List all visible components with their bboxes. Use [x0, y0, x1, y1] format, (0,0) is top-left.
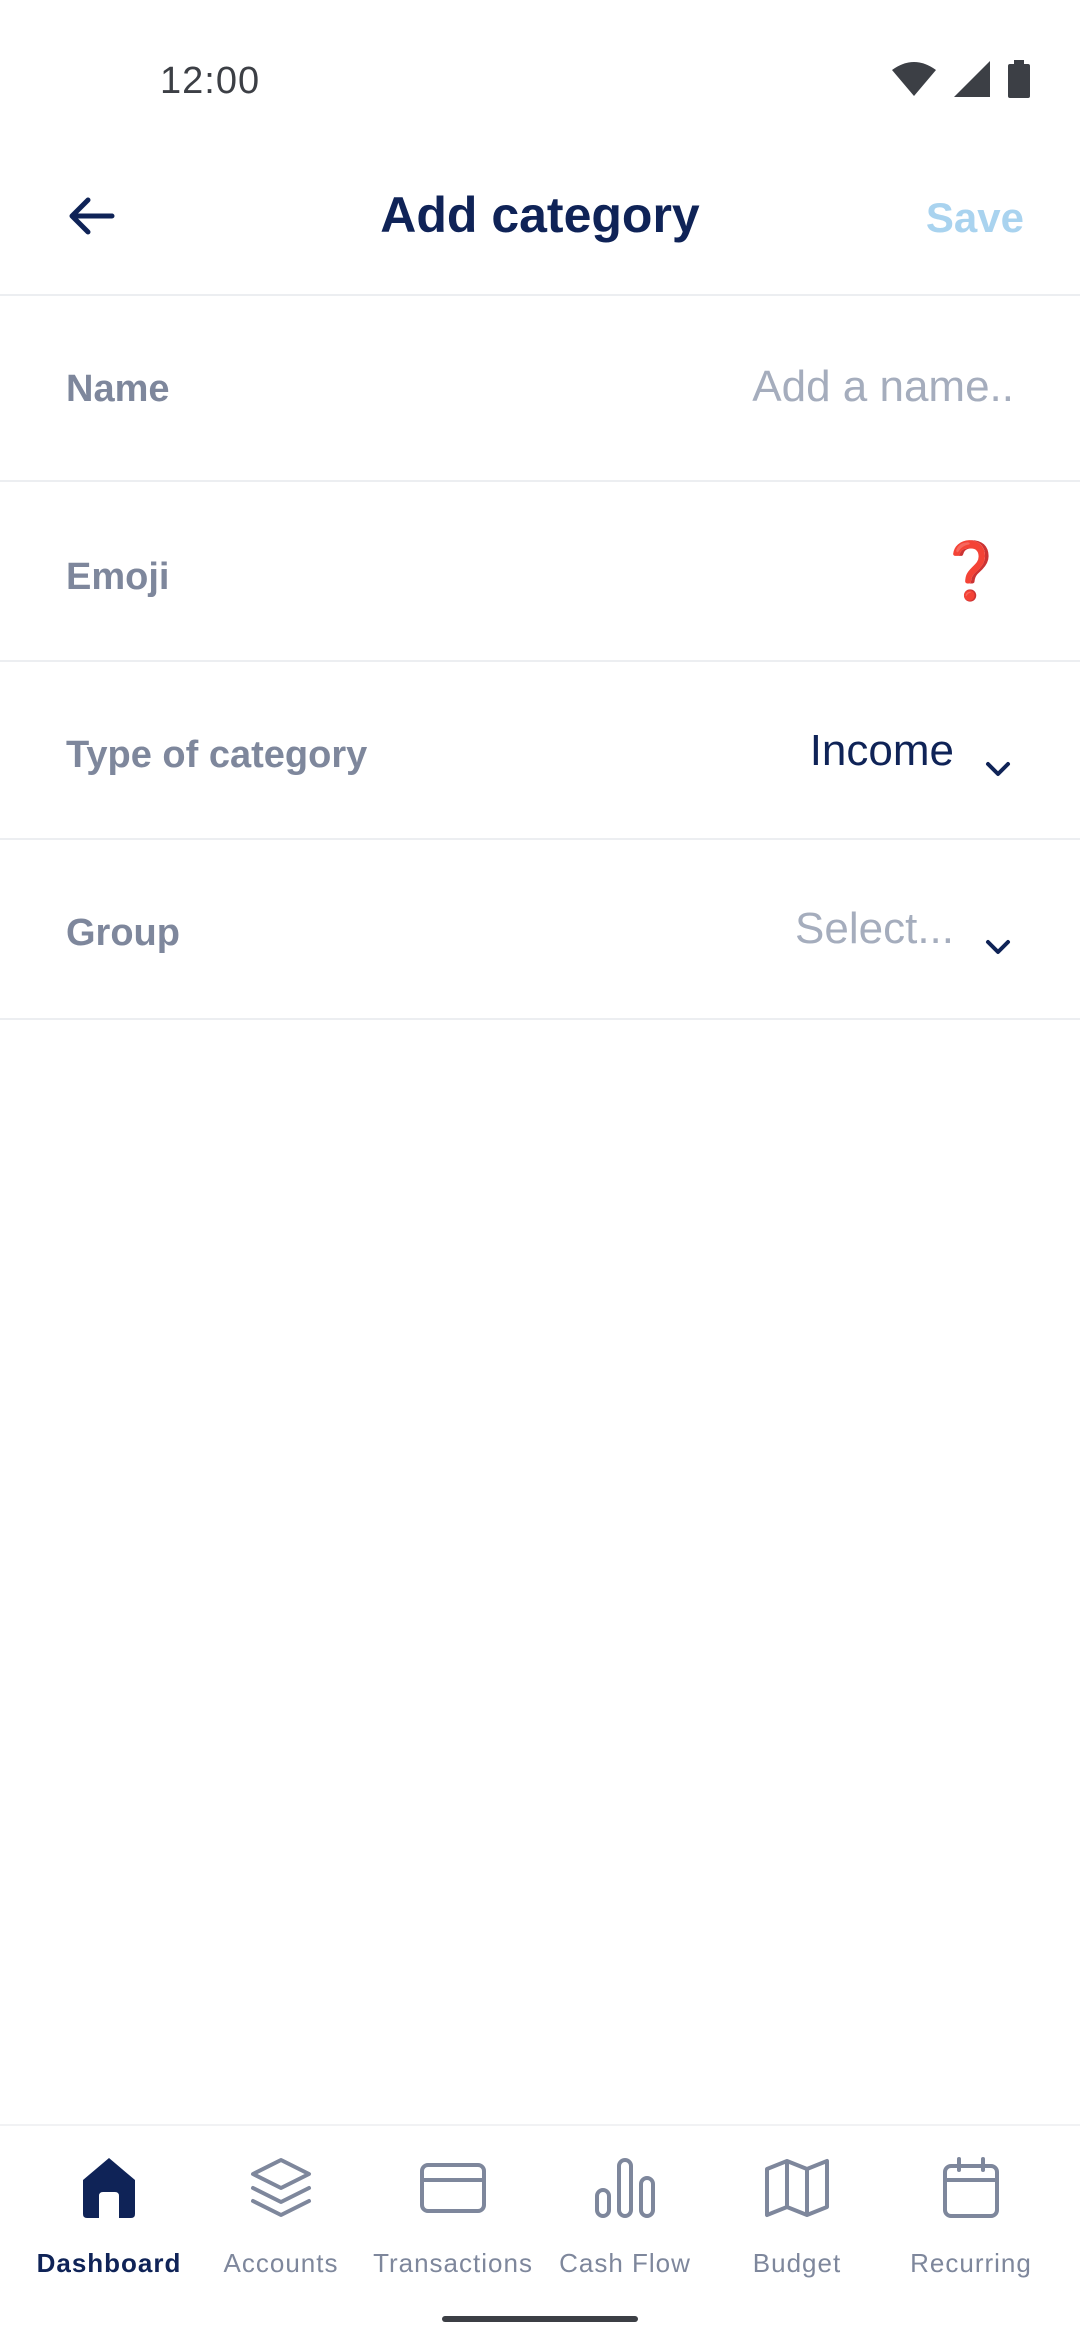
- bottom-nav: Dashboard Accounts Transactions Cash Flo…: [0, 2124, 1080, 2340]
- nav-accounts[interactable]: Accounts: [195, 2150, 367, 2290]
- type-select[interactable]: Income: [810, 726, 1014, 776]
- emoji-row[interactable]: Emoji ❓: [0, 482, 1080, 662]
- app-header: Add category Save: [0, 150, 1080, 296]
- nav-dashboard[interactable]: Dashboard: [23, 2150, 195, 2290]
- type-row[interactable]: Type of category Income: [0, 662, 1080, 840]
- type-label: Type of category: [66, 734, 368, 776]
- chevron-down-icon: [982, 919, 1014, 954]
- layers-icon: [243, 2150, 319, 2226]
- nav-budget-label: Budget: [752, 2248, 842, 2278]
- group-placeholder: Select...: [795, 904, 954, 953]
- bar-chart-icon: [587, 2150, 663, 2226]
- home-indicator[interactable]: [442, 2316, 638, 2322]
- calendar-icon: [933, 2150, 1009, 2226]
- emoji-label: Emoji: [66, 556, 170, 598]
- group-label: Group: [66, 912, 180, 954]
- nav-budget[interactable]: Budget: [711, 2150, 883, 2290]
- name-input[interactable]: Add a name..: [752, 362, 1014, 412]
- map-icon: [759, 2150, 835, 2226]
- page-title: Add category: [380, 187, 700, 243]
- wifi-icon: [892, 61, 936, 101]
- status-bar: 12:00: [0, 0, 1080, 150]
- nav-recurring[interactable]: Recurring: [885, 2150, 1057, 2290]
- add-category-screen: 12:00 Add category Save Name Add a name.…: [0, 0, 1080, 2340]
- nav-dashboard-label: Dashboard: [36, 2248, 182, 2278]
- type-value: Income: [809, 726, 954, 775]
- group-select[interactable]: Select...: [795, 904, 1014, 954]
- nav-cash-flow[interactable]: Cash Flow: [539, 2150, 711, 2290]
- group-row[interactable]: Group Select...: [0, 840, 1080, 1020]
- chevron-down-icon: [982, 741, 1014, 776]
- nav-recurring-label: Recurring: [910, 2248, 1032, 2278]
- name-label: Name: [66, 368, 170, 410]
- nav-cash-flow-label: Cash Flow: [559, 2248, 691, 2278]
- status-time: 12:00: [160, 60, 261, 102]
- home-icon: [71, 2150, 147, 2226]
- credit-card-icon: [415, 2150, 491, 2226]
- nav-transactions[interactable]: Transactions: [367, 2150, 539, 2290]
- battery-icon: [1008, 59, 1030, 103]
- nav-accounts-label: Accounts: [223, 2248, 339, 2278]
- status-icons: [892, 59, 1030, 103]
- nav-transactions-label: Transactions: [373, 2248, 533, 2278]
- emoji-picker[interactable]: ❓: [936, 538, 1006, 604]
- save-button[interactable]: Save: [926, 194, 1024, 242]
- signal-icon: [954, 60, 990, 102]
- name-row[interactable]: Name Add a name..: [0, 296, 1080, 482]
